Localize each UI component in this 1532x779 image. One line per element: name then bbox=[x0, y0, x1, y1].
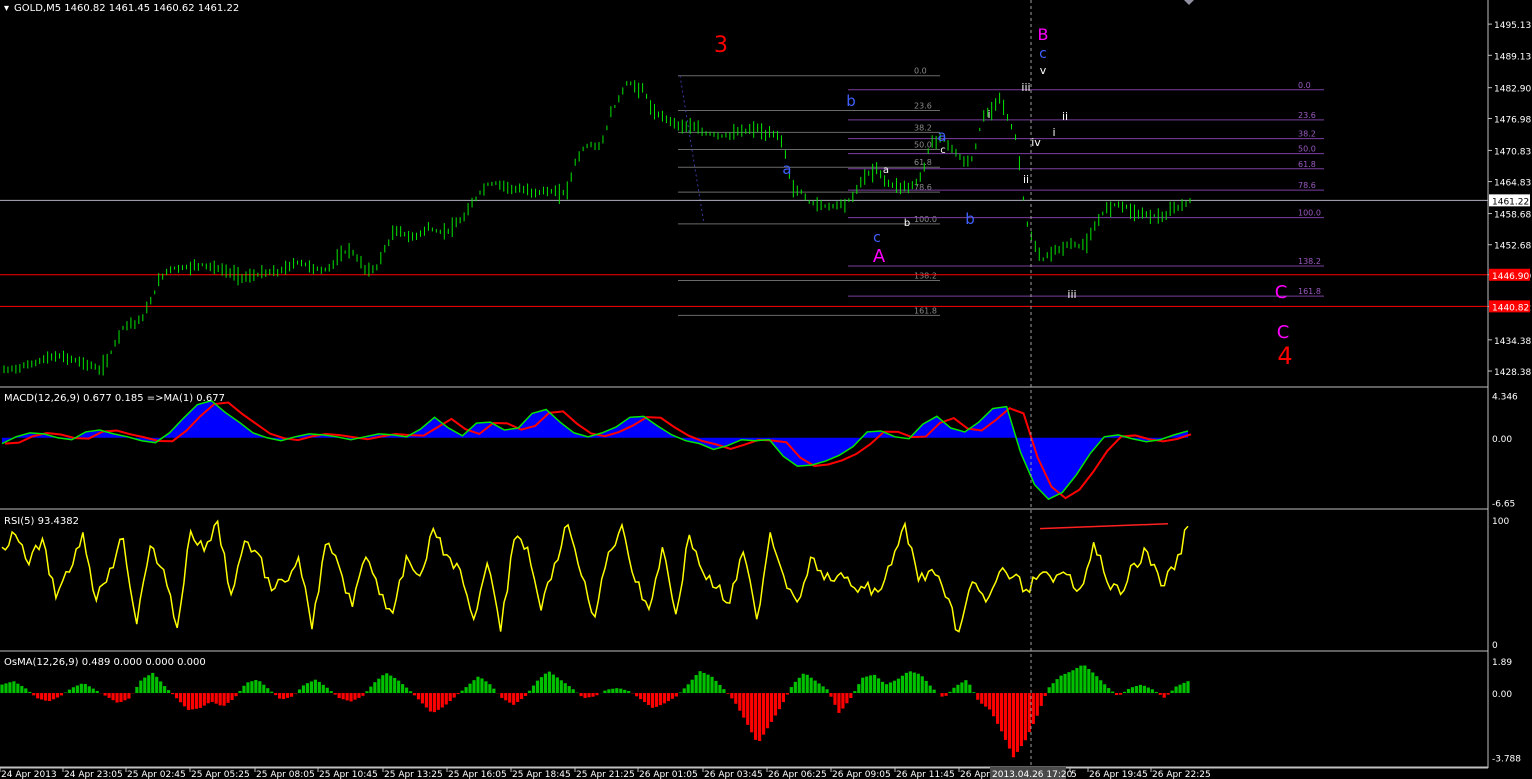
fib-right-label: 138.2 bbox=[1298, 257, 1321, 266]
fib-left-label: 138.2 bbox=[914, 271, 937, 280]
time-tick-label: 26 Apr bbox=[960, 770, 990, 779]
time-tick-label: 26 Apr 22:25 bbox=[1152, 770, 1211, 779]
fib-left-label: 50.0 bbox=[914, 141, 932, 150]
time-tick-label: 25 Apr 02:45 bbox=[127, 770, 186, 779]
price-tick-label: 1464.83 bbox=[1494, 179, 1531, 189]
wave-label: b bbox=[965, 210, 975, 228]
time-tick-label: 26 Apr 03:45 bbox=[704, 770, 763, 779]
wave-label: iv bbox=[1031, 136, 1041, 149]
time-tick-label: 25 Apr 05:25 bbox=[191, 770, 250, 779]
time-tick-label: 24 Apr 2013 bbox=[1, 770, 57, 779]
wave-label: iii bbox=[1021, 81, 1030, 94]
level-price-label: 1440.82 bbox=[1492, 303, 1529, 313]
macd-tick-label: 0.00 bbox=[1492, 435, 1512, 445]
time-tick-label: 25 Apr 10:45 bbox=[319, 770, 378, 779]
wave-label: b bbox=[904, 218, 910, 229]
fib-left-label: 0.0 bbox=[914, 67, 927, 76]
price-tick-label: 1452.68 bbox=[1494, 242, 1531, 252]
price-tick-label: 1428.38 bbox=[1494, 368, 1531, 378]
wave-label: v bbox=[1040, 64, 1047, 77]
osma-header: OsMA(12,26,9) 0.489 0.000 0.000 0.000 bbox=[4, 657, 206, 668]
wave-label: b bbox=[846, 92, 856, 110]
wave-label: A bbox=[873, 246, 886, 267]
macd-tick-label: 4.346 bbox=[1492, 392, 1518, 402]
wave-label: a bbox=[883, 165, 889, 176]
current-price-label: 1461.22 bbox=[1492, 197, 1529, 207]
level-price-label: 1446.90 bbox=[1492, 272, 1529, 282]
fib-left-label: 23.6 bbox=[914, 102, 932, 111]
wave-label: a bbox=[937, 127, 946, 145]
wave-label: B bbox=[1038, 25, 1049, 44]
time-tick-label: 2013.04.26 17:20 bbox=[992, 770, 1073, 779]
fib-left-label: 161.8 bbox=[914, 306, 937, 315]
wave-label: i bbox=[1052, 126, 1055, 139]
wave-label: c bbox=[1039, 46, 1047, 62]
fib-right-label: 50.0 bbox=[1298, 145, 1316, 154]
fib-right-label: 100.0 bbox=[1298, 209, 1321, 218]
price-tick-label: 1495.13 bbox=[1494, 21, 1531, 31]
wave-label: i bbox=[987, 108, 990, 121]
time-tick-label: 25 Apr 18:45 bbox=[512, 770, 571, 779]
time-tick-label: 24 Apr 23:05 bbox=[64, 770, 123, 779]
wave-label: iii bbox=[1067, 288, 1076, 301]
time-tick-label: 25 Apr 16:05 bbox=[448, 770, 507, 779]
fib-right-label: 38.2 bbox=[1298, 130, 1316, 139]
osma-tick-label: 1.89 bbox=[1492, 658, 1512, 668]
rsi-header: RSI(5) 93.4382 bbox=[4, 516, 79, 527]
rsi-tick-label: 0 bbox=[1492, 641, 1498, 651]
osma-tick-label: 0.00 bbox=[1492, 690, 1512, 700]
fib-right-label: 161.8 bbox=[1298, 287, 1321, 296]
macd-header: MACD(12,26,9) 0.677 0.185 =>MA(1) 0.677 bbox=[4, 393, 225, 404]
price-tick-label: 1489.13 bbox=[1494, 52, 1531, 62]
wave-label: C bbox=[1275, 282, 1288, 303]
price-tick-label: 1482.90 bbox=[1494, 85, 1531, 95]
time-tick-label: 25 Apr 13:25 bbox=[384, 770, 443, 779]
rsi-tick-label: 100 bbox=[1492, 517, 1509, 527]
price-tick-label: 1434.38 bbox=[1494, 337, 1531, 347]
fib-right-label: 23.6 bbox=[1298, 111, 1316, 120]
wave-label: C bbox=[1277, 322, 1290, 343]
fib-left-label: 61.8 bbox=[914, 158, 932, 167]
wave-label: c bbox=[940, 145, 946, 156]
wave-label: c bbox=[873, 230, 881, 246]
wave-label: ii bbox=[1062, 110, 1068, 123]
chart-header-dropdown-icon[interactable]: ▾ bbox=[4, 3, 9, 14]
time-tick-label: 25 Apr 21:25 bbox=[576, 770, 635, 779]
fib-right-label: 0.0 bbox=[1298, 81, 1311, 90]
time-tick-label: 26 Apr 09:05 bbox=[832, 770, 891, 779]
time-tick-label: 25 Apr 08:05 bbox=[256, 770, 315, 779]
wave-label: 3 bbox=[714, 33, 728, 58]
fib-left-label: 100.0 bbox=[914, 215, 937, 224]
fib-left-label: 38.2 bbox=[914, 123, 932, 132]
price-header: GOLD,M5 1460.82 1461.45 1460.62 1461.22 bbox=[14, 3, 239, 14]
price-tick-label: 1476.98 bbox=[1494, 115, 1531, 125]
time-tick-label: 5 bbox=[1071, 770, 1077, 779]
price-tick-label: 1458.68 bbox=[1494, 211, 1531, 221]
price-tick-label: 1470.83 bbox=[1494, 147, 1531, 157]
fib-right-label: 78.6 bbox=[1298, 181, 1316, 190]
wave-label: 4 bbox=[1277, 342, 1292, 370]
wave-label: ii bbox=[1023, 173, 1029, 186]
time-tick-label: 26 Apr 06:25 bbox=[768, 770, 827, 779]
fib-right-label: 61.8 bbox=[1298, 160, 1316, 169]
time-tick-label: 26 Apr 01:05 bbox=[639, 770, 698, 779]
macd-tick-label: -6.65 bbox=[1492, 500, 1515, 510]
time-tick-label: 26 Apr 19:45 bbox=[1089, 770, 1148, 779]
time-tick-label: 26 Apr 11:45 bbox=[896, 770, 955, 779]
trading-chart[interactable]: 0.023.638.250.061.878.6100.0138.2161.80.… bbox=[0, 0, 1532, 779]
osma-tick-label: -3.788 bbox=[1492, 754, 1521, 764]
wave-label: a bbox=[782, 160, 791, 178]
